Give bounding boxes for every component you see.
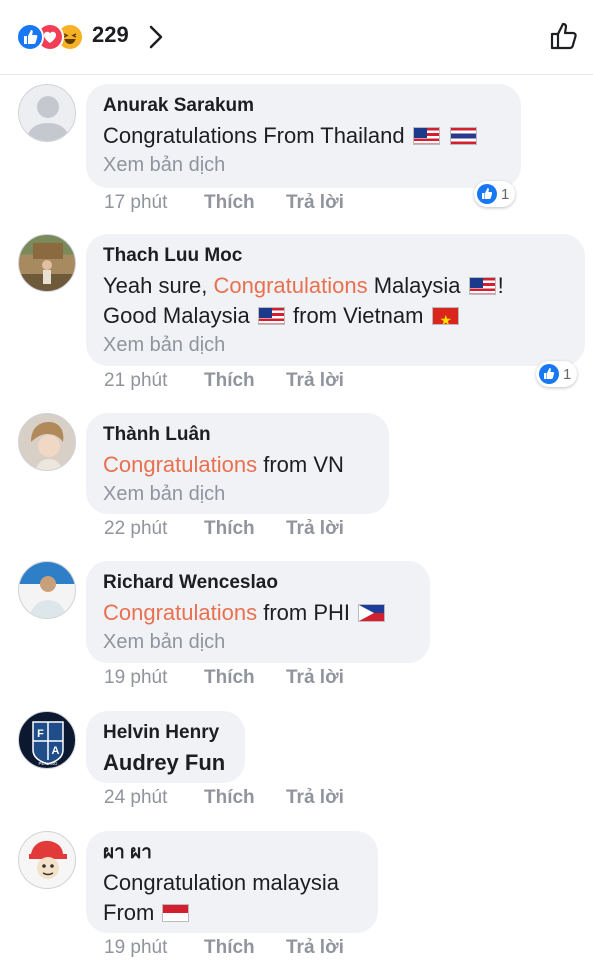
indonesia-flag-icon — [162, 904, 190, 922]
reactions-header: 229 — [0, 0, 593, 75]
comment-text: Good Malaysia from Vietnam — [103, 301, 569, 331]
comment-reaction-badge[interactable]: 1 — [474, 181, 516, 207]
comment-timestamp[interactable]: 24 phút — [104, 787, 204, 809]
avatar[interactable] — [18, 561, 76, 619]
like-button[interactable]: Thích — [204, 370, 286, 392]
comment-text: Congratulations from PHI — [103, 598, 414, 628]
comment-actions: 24 phút Thích Trả lời — [104, 787, 368, 809]
comment-author[interactable]: Richard Wenceslao — [103, 571, 414, 595]
avatar-badge-text: PENANG — [38, 761, 58, 766]
thailand-flag-icon — [449, 127, 477, 145]
like-button[interactable]: Thích — [204, 667, 286, 689]
reply-button[interactable]: Trả lời — [286, 667, 368, 689]
avatar[interactable] — [18, 234, 76, 292]
reply-button[interactable]: Trả lời — [286, 370, 368, 392]
comment-timestamp[interactable]: 19 phút — [104, 667, 204, 689]
comment-actions: 17 phút Thích Trả lời — [104, 192, 368, 214]
comment-actions: 22 phút Thích Trả lời — [104, 518, 368, 540]
avatar[interactable]: F A PENANG — [18, 711, 76, 769]
reaction-count: 1 — [563, 365, 572, 383]
comment-actions: 21 phút Thích Trả lời — [104, 370, 368, 392]
comment-actions: 19 phút Thích Trả lời — [104, 937, 368, 959]
comment-bubble[interactable]: Helvin Henry Audrey Fun — [86, 711, 245, 783]
comment-bubble[interactable]: Thach Luu Moc Yeah sure, Congratulations… — [86, 234, 585, 366]
like-button[interactable]: Thích — [204, 192, 286, 214]
comment-timestamp[interactable]: 21 phút — [104, 370, 204, 392]
comment-text: Congratulation malaysia — [103, 870, 340, 895]
like-button[interactable]: Thích — [204, 937, 286, 959]
malaysia-flag-icon — [257, 307, 285, 325]
comment-timestamp[interactable]: 17 phút — [104, 192, 204, 214]
like-thumb-icon[interactable] — [548, 20, 580, 57]
like-button[interactable]: Thích — [204, 518, 286, 540]
comment-bubble[interactable]: Anurak Sarakum Congratulations From Thai… — [86, 84, 521, 188]
reaction-icons[interactable] — [16, 23, 96, 51]
like-icon — [477, 184, 497, 204]
comment-author[interactable]: Anurak Sarakum — [103, 94, 505, 118]
avatar-letter-a: A — [52, 745, 60, 757]
see-translation-link[interactable]: Xem bản dịch — [103, 151, 505, 179]
comment-text: Yeah sure, Congratulations Malaysia ! — [103, 273, 504, 298]
see-translation-link[interactable]: Xem bản dịch — [103, 480, 373, 508]
comment-timestamp[interactable]: 19 phút — [104, 937, 204, 959]
comment-bubble[interactable]: Thành Luân Congratulations from VN Xem b… — [86, 413, 389, 514]
comment-text: From — [103, 898, 362, 928]
comment-author[interactable]: Thach Luu Moc — [103, 244, 569, 268]
reply-button[interactable]: Trả lời — [286, 518, 368, 540]
like-icon — [539, 364, 559, 384]
reply-button[interactable]: Trả lời — [286, 937, 368, 959]
avatar-letter-f: F — [37, 728, 44, 740]
avatar[interactable] — [18, 413, 76, 471]
comment-author[interactable]: Helvin Henry — [103, 721, 229, 745]
comment-reaction-badge[interactable]: 1 — [536, 361, 578, 387]
comment-bubble[interactable]: ผา ผา Congratulation malaysia From — [86, 831, 378, 933]
vietnam-flag-icon — [431, 307, 459, 325]
comment-text: Congratulations from VN — [103, 452, 344, 477]
malaysia-flag-icon — [412, 127, 440, 145]
avatar[interactable] — [18, 84, 76, 142]
comment-author[interactable]: ผา ผา — [103, 841, 362, 865]
reply-button[interactable]: Trả lời — [286, 192, 368, 214]
comment-author[interactable]: Thành Luân — [103, 423, 373, 447]
like-icon — [16, 23, 44, 51]
philippines-flag-icon — [358, 604, 386, 622]
malaysia-flag-icon — [468, 277, 496, 295]
see-translation-link[interactable]: Xem bản dịch — [103, 628, 414, 656]
comment-actions: 19 phút Thích Trả lời — [104, 667, 368, 689]
comment-text: Audrey Fun — [103, 750, 226, 775]
reply-button[interactable]: Trả lời — [286, 787, 368, 809]
avatar[interactable] — [18, 831, 76, 889]
chevron-right-icon[interactable] — [148, 24, 164, 55]
comment-bubble[interactable]: Richard Wenceslao Congratulations from P… — [86, 561, 430, 663]
see-translation-link[interactable]: Xem bản dịch — [103, 331, 569, 359]
reaction-count[interactable]: 229 — [92, 22, 129, 48]
comment-timestamp[interactable]: 22 phút — [104, 518, 204, 540]
comment-text: Congratulations From Thailand — [103, 121, 505, 151]
reaction-count: 1 — [501, 185, 510, 203]
like-button[interactable]: Thích — [204, 787, 286, 809]
